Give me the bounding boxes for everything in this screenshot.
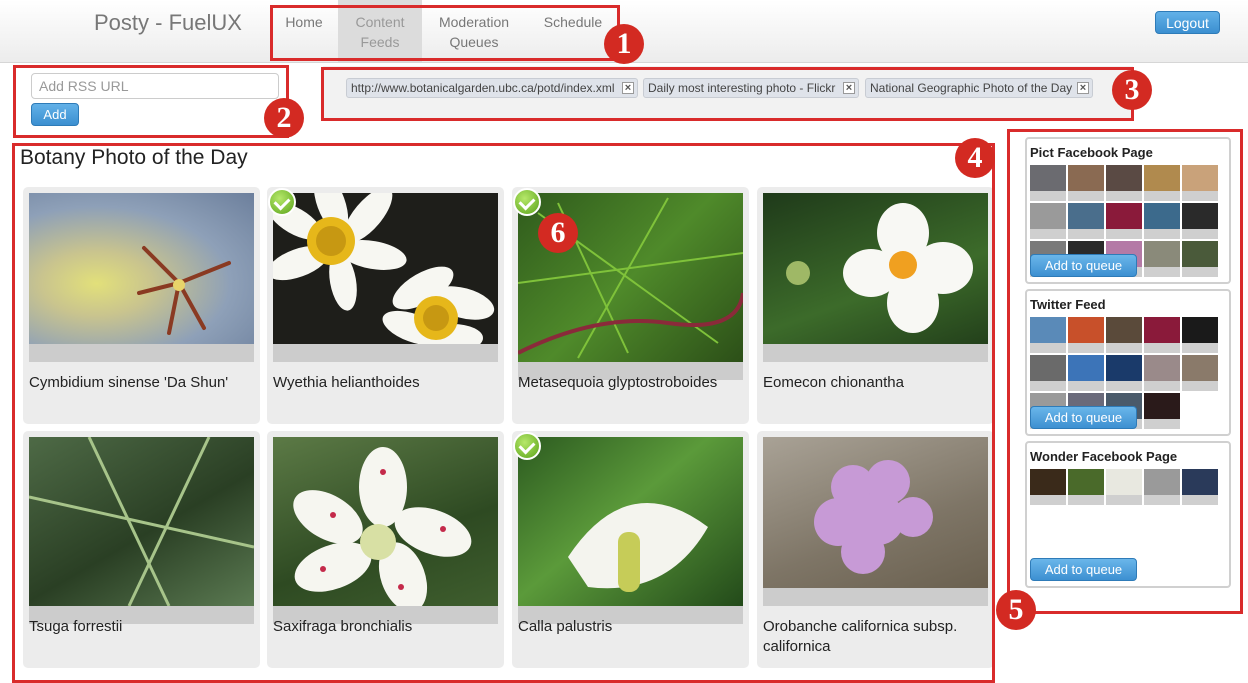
annotation-badge-4: 4: [955, 138, 995, 178]
logout-button[interactable]: Logout: [1155, 11, 1220, 34]
annotation-box-4: [12, 143, 995, 683]
annotation-badge-1: 1: [604, 24, 644, 64]
brand-title[interactable]: Posty - FuelUX: [94, 10, 242, 36]
annotation-badge-3: 3: [1112, 70, 1152, 110]
annotation-box-5: [1007, 129, 1243, 614]
annotation-box-1: [270, 5, 620, 61]
annotation-badge-6: 6: [538, 213, 578, 253]
annotation-badge-2: 2: [264, 98, 304, 138]
annotation-box-3: [321, 67, 1134, 121]
annotation-badge-5: 5: [996, 590, 1036, 630]
annotation-box-2: [13, 65, 289, 138]
